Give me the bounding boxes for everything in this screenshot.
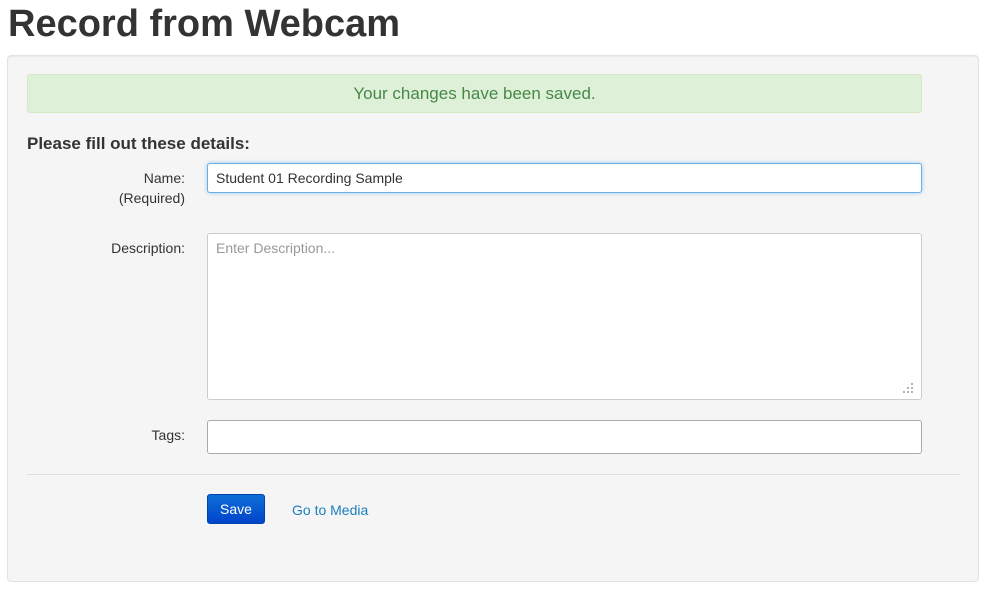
page: Record from Webcam Your changes have bee… [0, 0, 988, 590]
description-textarea[interactable] [207, 233, 922, 400]
name-input[interactable] [207, 163, 922, 193]
name-label: Name: (Required) [119, 168, 185, 208]
description-label: Description: [111, 240, 185, 256]
form-panel: Your changes have been saved. Please fil… [7, 55, 979, 582]
save-button[interactable]: Save [207, 494, 265, 524]
go-to-media-link[interactable]: Go to Media [292, 500, 368, 520]
tags-input[interactable] [207, 420, 922, 454]
resize-grip-icon[interactable] [902, 382, 914, 394]
form-heading: Please fill out these details: [27, 134, 250, 153]
tags-label: Tags: [151, 427, 185, 443]
form-divider [27, 474, 960, 475]
name-required-note: (Required) [118, 190, 185, 206]
name-label-text: Name: [143, 170, 185, 186]
page-title: Record from Webcam [8, 3, 401, 45]
success-alert: Your changes have been saved. [27, 74, 922, 113]
